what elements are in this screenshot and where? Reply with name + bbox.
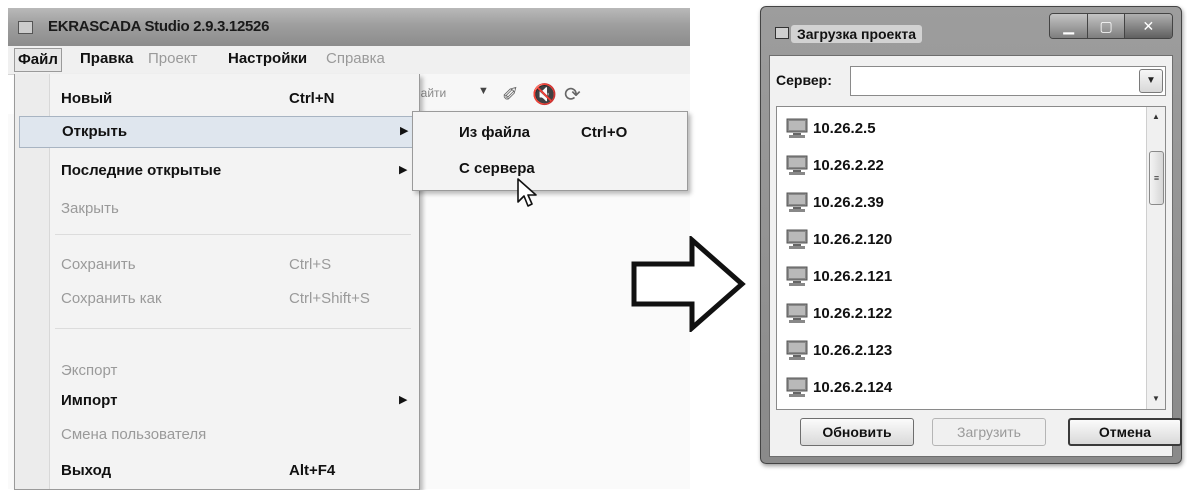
list-item[interactable]: 10.26.2.124: [785, 372, 892, 402]
menu-item-shortcut: Alt+F4: [289, 462, 336, 479]
menu-file[interactable]: Файл: [14, 48, 62, 72]
transition-arrow-icon: [631, 236, 746, 332]
list-item[interactable]: 10.26.2.122: [785, 298, 892, 328]
menu-item-switch-user[interactable]: Смена пользователя: [19, 420, 413, 450]
app-title: EKRASCADA Studio 2.9.3.12526: [48, 18, 270, 35]
menu-item-export[interactable]: Экспорт: [19, 356, 413, 386]
menu-item-exit[interactable]: Выход Alt+F4: [19, 456, 413, 486]
server-input[interactable]: [853, 69, 1139, 93]
chevron-down-icon[interactable]: ▼: [1139, 69, 1163, 93]
submenu-arrow-icon: ▶: [399, 394, 408, 406]
menu-item-shortcut: Ctrl+Shift+S: [289, 290, 370, 307]
computer-icon: [786, 377, 808, 397]
refresh-button[interactable]: Обновить: [800, 418, 914, 446]
app-titlebar: EKRASCADA Studio 2.9.3.12526: [8, 8, 690, 46]
menu-item-recent[interactable]: Последние открытые ▶: [19, 156, 413, 186]
menu-item-new[interactable]: Новый Ctrl+N: [19, 84, 413, 114]
dialog-title: Загрузка проекта: [791, 25, 922, 43]
menu-item-label: Новый: [61, 90, 113, 107]
menu-item-label: Импорт: [61, 392, 118, 409]
menu-item-label: Открыть: [62, 123, 128, 140]
maximize-icon[interactable]: ▢: [1088, 14, 1125, 38]
submenu-arrow-icon: ▶: [400, 125, 409, 137]
app-window: EKRASCADA Studio 2.9.3.12526 Файл Правка…: [0, 0, 690, 490]
cancel-button[interactable]: Отмена: [1068, 418, 1182, 446]
server-label: Сервер:: [776, 72, 832, 88]
server-address: 10.26.2.39: [813, 193, 884, 211]
mouse-cursor-icon: [517, 178, 537, 207]
caption-buttons: ▁ ▢ ✕: [1049, 13, 1173, 39]
refresh-icon[interactable]: ⟳: [564, 82, 581, 107]
menu-item-label: Смена пользователя: [61, 426, 207, 443]
computer-icon: [786, 266, 808, 286]
list-item[interactable]: 10.26.2.5: [785, 113, 876, 143]
load-button[interactable]: Загрузить: [932, 418, 1046, 446]
server-address: 10.26.2.5: [813, 119, 876, 137]
toolbar: Найти ▼ ✐ 🔇 ⟳: [410, 74, 690, 114]
list-item[interactable]: 10.26.2.39: [785, 187, 884, 217]
scroll-down-icon[interactable]: ▼: [1148, 391, 1164, 407]
server-list[interactable]: 10.26.2.5 10.26.2.22 10.26.2.39 10.26.2.…: [776, 106, 1166, 410]
submenu-item-from-server[interactable]: С сервера: [417, 154, 683, 184]
brush-icon[interactable]: ✐: [502, 82, 519, 107]
menu-help[interactable]: Справка: [326, 50, 385, 67]
submenu-arrow-icon: ▶: [399, 164, 408, 176]
menu-item-label: С сервера: [459, 160, 535, 177]
dialog-client-area: Сервер: ▼ 10.26.2.5 10.26.2.22 10.26.2.3…: [769, 55, 1182, 457]
vertical-scrollbar[interactable]: ▲ ≡ ▼: [1146, 107, 1165, 409]
file-menu: Новый Ctrl+N Открыть ▶ Последние открыты…: [14, 74, 420, 490]
server-combobox[interactable]: ▼: [850, 66, 1166, 96]
menu-item-label: Из файла: [459, 124, 530, 141]
close-icon[interactable]: ✕: [1124, 14, 1172, 38]
menu-item-open[interactable]: Открыть ▶: [19, 116, 415, 148]
scroll-up-icon[interactable]: ▲: [1148, 109, 1164, 125]
speaker-mute-icon[interactable]: 🔇: [532, 82, 557, 107]
menu-item-close[interactable]: Закрыть: [19, 194, 413, 224]
menu-project[interactable]: Проект: [148, 50, 197, 67]
menu-item-label: Экспорт: [61, 362, 118, 379]
menu-item-label: Выход: [61, 462, 112, 479]
computer-icon: [786, 118, 808, 138]
list-item[interactable]: 10.26.2.22: [785, 150, 884, 180]
menu-item-shortcut: Ctrl+N: [289, 90, 335, 107]
computer-icon: [786, 340, 808, 360]
load-project-dialog: Загрузка проекта ▁ ▢ ✕ Сервер: ▼ 10.26.2…: [760, 6, 1182, 464]
server-address: 10.26.2.124: [813, 378, 893, 396]
menu-item-import[interactable]: Импорт ▶: [19, 386, 413, 416]
open-submenu: Из файла Ctrl+O С сервера: [412, 111, 688, 191]
server-address: 10.26.2.122: [813, 304, 893, 322]
menu-edit[interactable]: Правка: [80, 50, 133, 67]
computer-icon: [786, 229, 808, 249]
menu-item-label: Сохранить: [61, 256, 136, 273]
dialog-window-icon: [775, 27, 789, 39]
chevron-down-icon[interactable]: ▼: [478, 85, 489, 97]
menu-item-label: Последние открытые: [61, 162, 222, 179]
menu-item-shortcut: Ctrl+S: [289, 256, 332, 273]
menu-item-save[interactable]: Сохранить Ctrl+S: [19, 250, 413, 280]
server-address: 10.26.2.123: [813, 341, 893, 359]
menu-settings[interactable]: Настройки: [228, 50, 307, 67]
menubar: Файл Правка Проект Настройки Справка: [8, 46, 690, 75]
menu-item-label: Сохранить как: [61, 290, 162, 307]
server-address: 10.26.2.22: [813, 156, 884, 174]
menu-separator: [55, 234, 411, 235]
list-item[interactable]: 10.26.2.120: [785, 224, 892, 254]
computer-icon: [786, 303, 808, 323]
list-item[interactable]: 10.26.2.123: [785, 335, 892, 365]
menu-separator: [55, 328, 411, 329]
server-address: 10.26.2.121: [813, 267, 893, 285]
menu-item-label: Закрыть: [61, 200, 119, 217]
minimize-icon[interactable]: ▁: [1050, 14, 1089, 38]
server-address: 10.26.2.120: [813, 230, 893, 248]
computer-icon: [786, 155, 808, 175]
computer-icon: [786, 192, 808, 212]
submenu-item-from-file[interactable]: Из файла Ctrl+O: [417, 118, 683, 148]
app-icon: [18, 21, 33, 34]
menu-item-save-as[interactable]: Сохранить как Ctrl+Shift+S: [19, 284, 413, 314]
scrollbar-thumb[interactable]: ≡: [1149, 151, 1164, 205]
list-item[interactable]: 10.26.2.121: [785, 261, 892, 291]
menu-item-shortcut: Ctrl+O: [581, 124, 628, 141]
